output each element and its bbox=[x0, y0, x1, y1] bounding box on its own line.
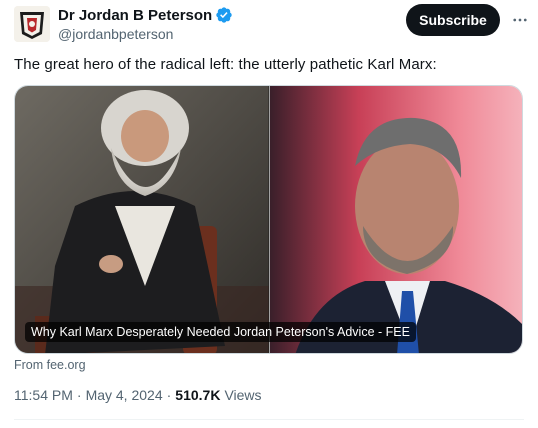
link-card-source[interactable]: From fee.org bbox=[14, 358, 86, 372]
subscribe-button[interactable]: Subscribe bbox=[406, 4, 500, 36]
link-card-title: Why Karl Marx Desperately Needed Jordan … bbox=[25, 322, 416, 342]
link-card[interactable]: Why Karl Marx Desperately Needed Jordan … bbox=[14, 85, 523, 354]
link-card-image bbox=[15, 86, 522, 353]
divider bbox=[14, 419, 524, 420]
tweet-time[interactable]: 11:54 PM bbox=[14, 387, 73, 403]
tweet-header: Dr Jordan B Peterson @jordanbpeterson Su… bbox=[14, 4, 528, 46]
tweet-text: The great hero of the radical left: the … bbox=[14, 56, 437, 73]
verified-badge-icon bbox=[215, 6, 233, 24]
tweet-metadata: 11:54 PM · May 4, 2024 · 510.7K Views bbox=[14, 387, 262, 403]
views-count: 510.7K bbox=[175, 387, 221, 403]
meta-separator: · bbox=[166, 387, 172, 403]
avatar[interactable] bbox=[14, 6, 50, 42]
author-handle[interactable]: @jordanbpeterson bbox=[58, 26, 173, 42]
more-dots-icon[interactable] bbox=[508, 8, 532, 32]
author-name-row[interactable]: Dr Jordan B Peterson bbox=[58, 6, 233, 24]
views-label: Views bbox=[224, 387, 262, 403]
display-name[interactable]: Dr Jordan B Peterson bbox=[58, 7, 212, 24]
meta-separator: · bbox=[76, 387, 82, 403]
tweet-date[interactable]: May 4, 2024 bbox=[86, 387, 163, 403]
